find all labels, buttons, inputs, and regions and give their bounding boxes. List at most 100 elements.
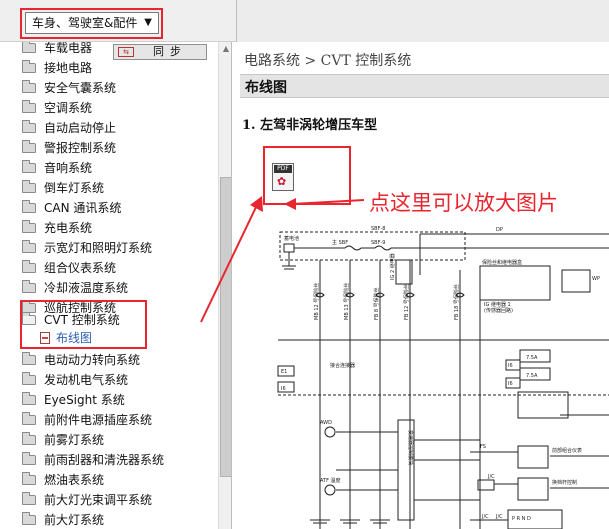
folder-icon bbox=[22, 472, 36, 485]
scrollbar-thumb[interactable] bbox=[220, 177, 231, 477]
content-toolbar bbox=[236, 0, 609, 42]
sidebar-item-label: 前大灯系统 bbox=[44, 513, 105, 527]
diagram-label-wp: WP bbox=[592, 276, 600, 282]
sidebar-item-label: 示宽灯和照明灯系统 bbox=[44, 241, 153, 255]
diagram-label-prnd: P R N D bbox=[512, 516, 531, 522]
folder-icon bbox=[22, 220, 36, 233]
sidebar-item-label: 充电系统 bbox=[44, 221, 93, 235]
section-header: 布线图 bbox=[240, 74, 609, 98]
folder-icon bbox=[22, 200, 36, 213]
sidebar-tree: 车载电器接地电路安全气囊系统 空调系统自动启动停止警报控制系统 音响系统倒车灯系统 C… bbox=[0, 42, 232, 529]
sidebar-item[interactable]: 示宽灯和照明灯系统 bbox=[22, 238, 218, 258]
sidebar-subitem-label: 布线图 bbox=[56, 331, 93, 345]
sidebar-item-label: 电动动力转向系统 bbox=[44, 353, 141, 367]
folder-icon bbox=[22, 260, 36, 273]
diagram-subtitle: 1. 左驾非涡轮增压车型 bbox=[242, 118, 378, 133]
sidebar-item-label: 倒车灯系统 bbox=[44, 181, 105, 195]
diagram-label-fuse-box: 保险丝和继电器盒 bbox=[482, 259, 522, 266]
sidebar-item[interactable]: CAN 通讯系统 bbox=[22, 198, 218, 218]
sidebar-item[interactable]: 倒车灯系统 bbox=[22, 178, 218, 198]
sidebar-item[interactable]: 前大灯系统 bbox=[22, 510, 218, 529]
folder-icon bbox=[22, 352, 36, 365]
sync-icon: ⇆ bbox=[118, 47, 134, 57]
sidebar-item-label: 燃油表系统 bbox=[44, 473, 105, 487]
sidebar-item-label: CVT 控制系统 bbox=[44, 313, 120, 327]
battery-symbol bbox=[283, 243, 295, 253]
diagram-label-fuse-fb8: FB 8 号保险丝 bbox=[373, 287, 380, 320]
folder-icon bbox=[22, 392, 36, 405]
diagram-label-fs: FS bbox=[480, 444, 486, 450]
diagram-label-ig-sub: (传感器回路) bbox=[484, 307, 513, 314]
diagram-label-atf: ATF 温度 bbox=[320, 477, 341, 484]
sidebar-item[interactable]: 前大灯光束调平系统 bbox=[22, 490, 218, 510]
diagram-label-ig-relay: IG 继电器 1 bbox=[484, 301, 511, 308]
sync-button[interactable]: ⇆ 同步 bbox=[113, 44, 207, 60]
pdf-icon[interactable]: PDF ✿ bbox=[272, 163, 294, 191]
sidebar-subitem-wiring-diagram[interactable]: 布线图 bbox=[40, 329, 160, 347]
chevron-down-icon[interactable]: ▼ bbox=[144, 13, 152, 33]
folder-icon bbox=[22, 42, 36, 53]
sidebar-item[interactable]: 前雨刮器和清洗器系统 bbox=[22, 450, 218, 470]
category-dropdown[interactable]: 车身、驾驶室&配件 ▼ bbox=[25, 12, 159, 34]
sidebar-item-label: 音响系统 bbox=[44, 161, 93, 175]
sync-button-label: 同步 bbox=[153, 45, 187, 58]
diagram-label-i6b: I6 bbox=[508, 363, 513, 369]
top-toolbar: 车身、驾驶室&配件 ▼ bbox=[0, 0, 609, 42]
sidebar-item[interactable]: 警报控制系统 bbox=[22, 138, 218, 158]
sidebar-item[interactable]: 安全气囊系统 bbox=[22, 78, 218, 98]
sidebar-item-label: 空调系统 bbox=[44, 101, 93, 115]
sidebar-item[interactable]: 自动启动停止 bbox=[22, 118, 218, 138]
wiring-diagram[interactable]: 蓄电池 主 SBF SBF-8 SBF-9 DP WP IG 继电器 1 (传感… bbox=[270, 220, 609, 529]
diagram-label-ig2: IG 2 继电器 bbox=[389, 253, 396, 280]
diagram-label-i6c: I6 bbox=[508, 381, 513, 387]
diagram-label-sbf9: SBF-9 bbox=[371, 240, 385, 246]
sidebar-item[interactable]: 前雾灯系统 bbox=[22, 430, 218, 450]
sidebar-item[interactable]: 音响系统 bbox=[22, 158, 218, 178]
sidebar-item[interactable]: EyeSight 系统 bbox=[22, 390, 218, 410]
sidebar-item-label: 前大灯光束调平系统 bbox=[44, 493, 153, 507]
sidebar-item-label: CAN 通讯系统 bbox=[44, 201, 122, 215]
folder-icon bbox=[22, 372, 36, 385]
sidebar-item[interactable]: 组合仪表系统 bbox=[22, 258, 218, 278]
sidebar-item-label: 安全气囊系统 bbox=[44, 81, 117, 95]
folder-icon bbox=[22, 180, 36, 193]
sidebar-item[interactable]: 空调系统 bbox=[22, 98, 218, 118]
sidebar-item-label: 接地电路 bbox=[44, 61, 93, 75]
diagram-label-jc2: J/C bbox=[481, 514, 489, 520]
sidebar-item[interactable]: 充电系统 bbox=[22, 218, 218, 238]
pdf-icon-label: PDF bbox=[274, 165, 292, 173]
folder-icon bbox=[22, 432, 36, 445]
acrobat-icon: ✿ bbox=[277, 175, 287, 188]
section-title: 布线图 bbox=[245, 80, 287, 96]
sidebar-item[interactable]: CVT 控制系统 bbox=[22, 310, 218, 330]
sidebar-item[interactable]: 发动机电气系统 bbox=[22, 370, 218, 390]
folder-open-icon bbox=[22, 312, 36, 325]
folder-icon bbox=[22, 280, 36, 293]
sidebar-item-label: 车载电器 bbox=[44, 42, 93, 55]
sidebar-item-label: 组合仪表系统 bbox=[44, 261, 117, 275]
folder-icon bbox=[22, 160, 36, 173]
folder-icon bbox=[22, 80, 36, 93]
sidebar-scrollbar[interactable]: ▲ bbox=[218, 42, 231, 529]
category-dropdown-value: 车身、驾驶室&配件 bbox=[32, 16, 138, 30]
diagram-label-front-meter: 前部组合仪表 bbox=[552, 447, 582, 454]
document-icon bbox=[40, 332, 50, 344]
diagram-label-awd: AWD bbox=[320, 420, 332, 426]
diagram-label-jc3: J/C bbox=[495, 514, 503, 520]
sidebar-item-label: 警报控制系统 bbox=[44, 141, 117, 155]
folder-icon bbox=[22, 452, 36, 465]
folder-icon bbox=[22, 240, 36, 253]
sidebar-item[interactable]: 燃油表系统 bbox=[22, 470, 218, 490]
scroll-up-icon[interactable]: ▲ bbox=[221, 44, 231, 54]
sidebar-item[interactable]: 电动动力转向系统 bbox=[22, 350, 218, 370]
content-pane: 电路系统 > CVT 控制系统 布线图 1. 左驾非涡轮增压车型 PDF ✿ 点… bbox=[236, 42, 609, 529]
diagram-label-fuse-7-5a-b: 7.5A bbox=[526, 373, 538, 379]
sidebar-item[interactable]: 冷却液温度系统 bbox=[22, 278, 218, 298]
sidebar-item-label: 前附件电源插座系统 bbox=[44, 413, 153, 427]
diagram-label-shift-lever: 换档杆控制 bbox=[552, 479, 577, 486]
sidebar-item[interactable]: 前附件电源插座系统 bbox=[22, 410, 218, 430]
diagram-label-cvt-ecu: 变速器控制模块 bbox=[407, 430, 414, 465]
diagram-label-fuse-7-5a: 7.5A bbox=[526, 355, 538, 361]
sidebar-item[interactable]: 接地电路 bbox=[22, 58, 218, 78]
diagram-label-i6: I6 bbox=[281, 386, 286, 392]
